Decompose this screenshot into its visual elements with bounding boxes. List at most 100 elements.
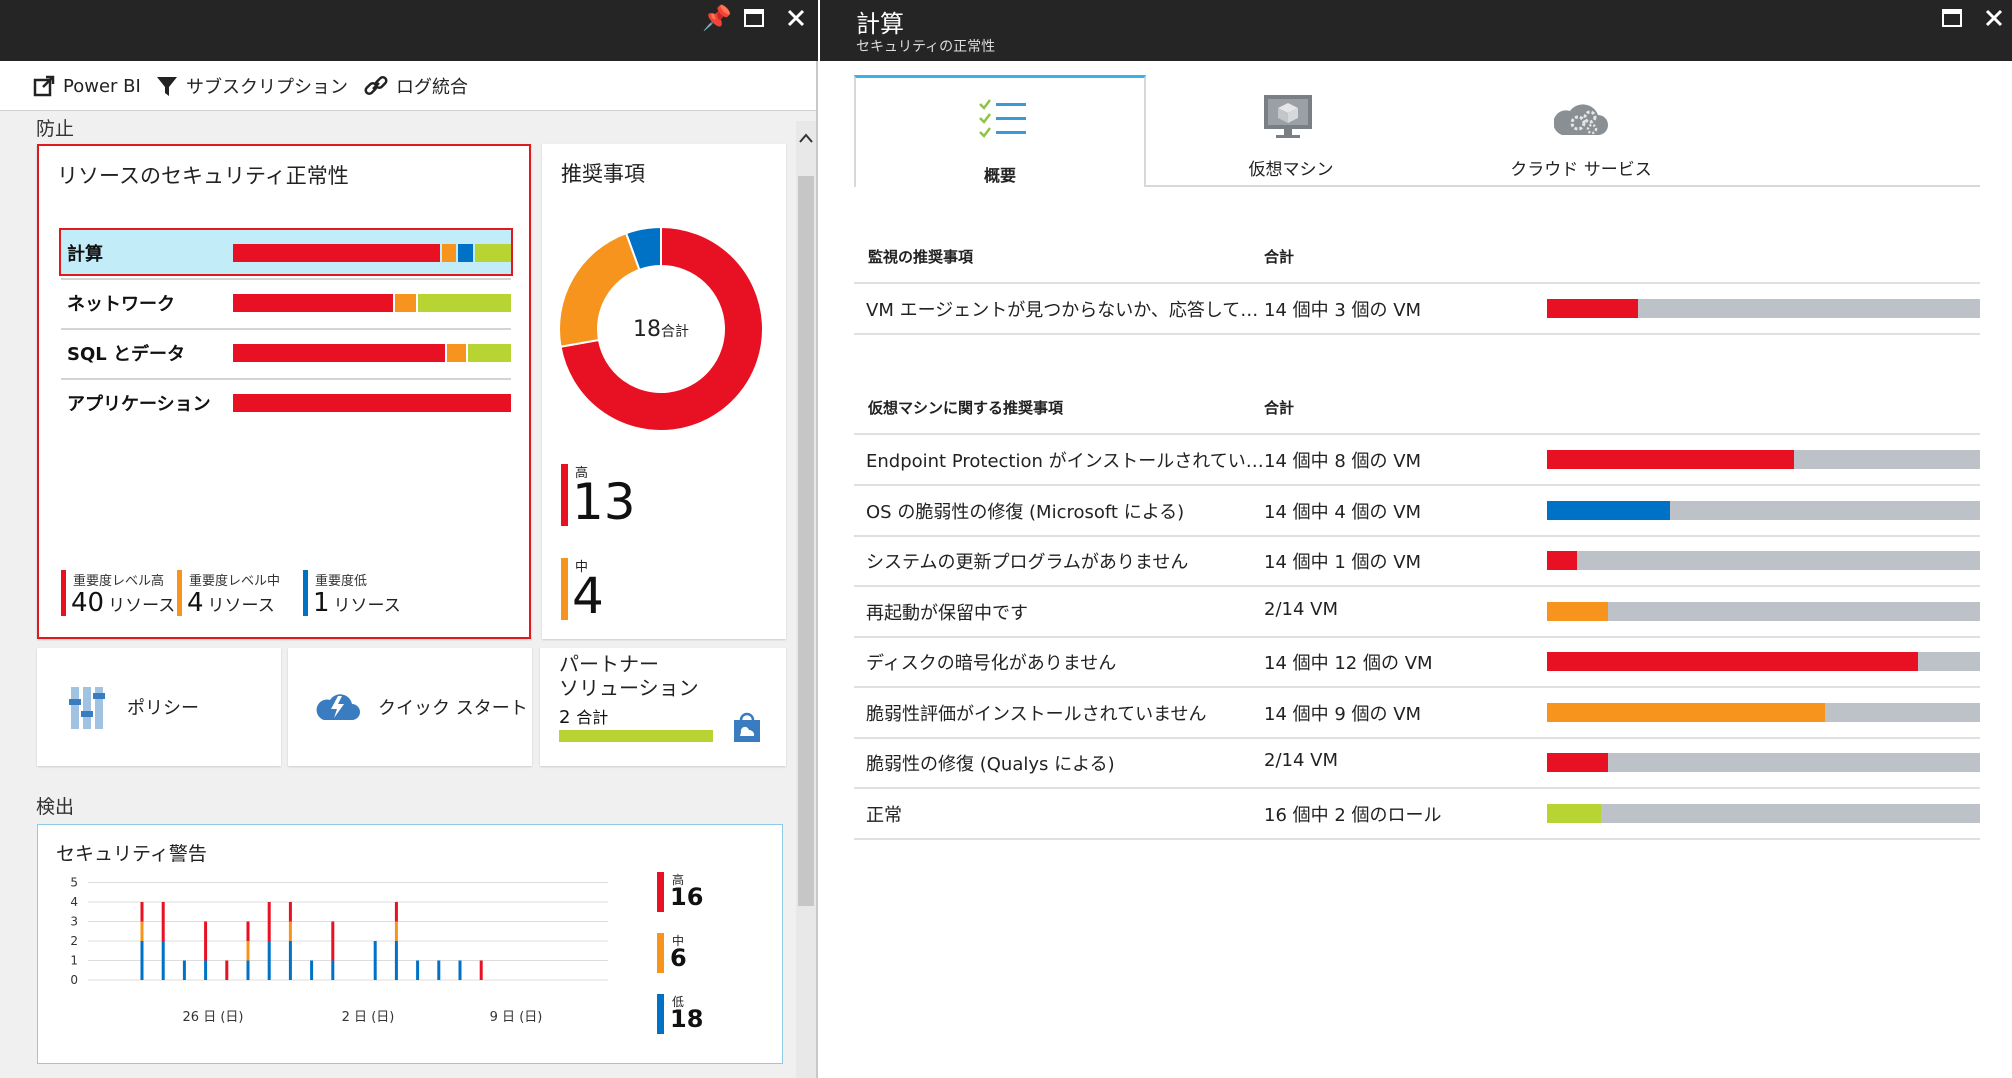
close-icon[interactable] (787, 9, 805, 27)
progress-bar (1547, 803, 1980, 823)
monitoring-header-total: 合計 (1264, 248, 1295, 266)
table-row[interactable]: Endpoint Protection がインストールされてい… 14 個中 8 … (854, 435, 1980, 483)
log-integration-button[interactable]: ログ統合 (364, 74, 468, 98)
recommendation-total: 14 個中 9 個の VM (1264, 703, 1422, 725)
maximize-icon[interactable] (1942, 9, 1962, 27)
quickstart-tile[interactable]: クイック スタート (288, 648, 532, 766)
progress-bar (1547, 551, 1980, 570)
security-alerts-tile[interactable]: セキュリティ警告 0 1 2 3 4 5 26 日 (日) 2 日 (日) 9 日 (日) 高 … (37, 824, 783, 1064)
legend-count: 1 リソース (313, 588, 401, 618)
alert-bar-低 (331, 960, 335, 980)
alert-bar-高 (479, 960, 483, 980)
partner-title-line1: パートナー (559, 652, 659, 676)
partner-solutions-tile[interactable]: パートナー ソリューション 2 合計 (540, 648, 786, 766)
recommendation-name: OS の脆弱性の修復 (Microsoft による) (866, 501, 1185, 523)
resource-row-bar (233, 394, 513, 412)
recommendation-name: 再起動が保留中です (866, 602, 1028, 624)
alert-bar-低 (310, 960, 314, 980)
legend-marker (303, 570, 308, 616)
alert-bar-高 (331, 921, 335, 961)
bar-segment-high (233, 244, 440, 262)
monitoring-header-name: 監視の推奨事項 (868, 248, 974, 266)
table-row[interactable]: 再起動が保留中です 2/14 VM (854, 587, 1980, 635)
scroll-up-icon[interactable] (799, 133, 813, 143)
table-row[interactable]: OS の脆弱性の修復 (Microsoft による) 14 個中 4 個の VM (854, 486, 1980, 534)
partner-count-unit: 合計 (576, 708, 609, 727)
y-tick-label: 3 (70, 915, 78, 929)
progress-fill (1547, 551, 1578, 570)
partner-bar (559, 730, 713, 742)
bar-segment-healthy (417, 294, 511, 312)
resource-row-bar (233, 294, 513, 312)
tab-virtual-machines[interactable]: 仮想マシン (1146, 75, 1436, 185)
tab-cloud-services[interactable]: クラウド サービス (1436, 75, 1726, 185)
x-tick-label: 26 日 (日) (183, 1010, 244, 1025)
table-row[interactable]: VM エージェントが見つからないか、応答して… 14 個中 3 個の VM (854, 284, 1980, 332)
resource-row-label: 計算 (67, 244, 103, 265)
bar-segment-medium (395, 294, 416, 312)
alert-bar-低 (161, 941, 165, 980)
policy-tile[interactable]: ポリシー (37, 648, 281, 766)
resource-row[interactable]: 計算 (61, 228, 511, 276)
progress-fill (1547, 500, 1671, 520)
maximize-icon[interactable] (744, 9, 764, 27)
y-tick-label: 2 (70, 934, 78, 948)
left-toolbar: Power BI サブスクリプション ログ統合 (0, 61, 816, 111)
alert-bar-低 (246, 960, 250, 980)
progress-bar (1547, 500, 1980, 520)
alert-bar-高 (225, 960, 229, 980)
legend-marker (61, 570, 66, 616)
scrollbar-thumb[interactable] (798, 176, 814, 906)
high-marker (561, 464, 568, 526)
progress-bar (1547, 601, 1980, 621)
progress-fill (1547, 601, 1608, 621)
legend-label: 重要度低 (315, 574, 368, 589)
powerbi-label: Power BI (63, 75, 141, 97)
vm-header-total: 合計 (1264, 399, 1295, 417)
recommendations-donut (558, 226, 764, 432)
right-blade: 計算 セキュリティの正常性 概要 仮想マシン クラウド サービス 監視の推奨事項… (820, 0, 2012, 1078)
close-icon[interactable] (1985, 9, 2003, 27)
tab-cloud-services-label: クラウド サービス (1510, 160, 1652, 180)
progress-fill (1547, 299, 1638, 318)
table-row[interactable]: 正常 16 個中 2 個のロール (854, 789, 1980, 837)
alert-bar-中 (288, 921, 292, 941)
progress-fill (1547, 702, 1826, 722)
subscription-button[interactable]: サブスクリプション (156, 74, 348, 98)
pin-icon[interactable]: 📌 (702, 6, 732, 30)
resource-row[interactable]: SQL とデータ (61, 328, 511, 376)
tab-overview[interactable]: 概要 (854, 75, 1146, 187)
recommendation-name: Endpoint Protection がインストールされてい… (866, 451, 1264, 472)
bar-segment-medium (441, 244, 457, 262)
alert-bar-高 (267, 902, 271, 941)
alert-low-count: 18 (670, 1005, 704, 1033)
bar-segment-high (233, 344, 446, 362)
table-row[interactable]: ディスクの暗号化がありません 14 個中 12 個の VM (854, 637, 1980, 685)
bar-segment-high (233, 394, 511, 412)
row-divider (854, 333, 1980, 335)
bar-segment-low (458, 244, 474, 262)
resource-health-tile[interactable]: リソースのセキュリティ正常性 計算 ネットワーク SQL とデータ アプリケーション重… (37, 144, 531, 639)
policy-label: ポリシー (127, 698, 199, 719)
table-row[interactable]: システムの更新プログラムがありません 14 個中 1 個の VM (854, 536, 1980, 584)
recommendations-tile[interactable]: 推奨事項 18 合計 高 13 中 4 (542, 144, 786, 639)
table-row[interactable]: 脆弱性の修復 (Qualys による) 2/14 VM (854, 738, 1980, 786)
recommendation-total: 14 個中 12 個の VM (1264, 653, 1433, 674)
legend-value: 4 (187, 588, 204, 618)
scrollbar[interactable] (796, 121, 816, 1078)
alert-high-count: 16 (670, 883, 704, 911)
partner-count: 2 (559, 707, 571, 728)
alert-bar-高 (288, 902, 292, 922)
cloud-services-icon (1554, 104, 1608, 135)
resource-row[interactable]: ネットワーク (61, 278, 511, 326)
cloud-bolt-icon (316, 694, 360, 720)
powerbi-button[interactable]: Power BI (33, 74, 141, 98)
alert-medium-marker (657, 933, 664, 973)
subscription-label: サブスクリプション (186, 77, 348, 98)
alert-bar-高 (394, 902, 398, 922)
tab-overview-label: 概要 (983, 166, 1016, 185)
resource-row[interactable]: アプリケーション (61, 378, 511, 426)
resource-row-bar (233, 344, 513, 362)
recommendation-name: ディスクの暗号化がありません (866, 653, 1117, 674)
table-row[interactable]: 脆弱性評価がインストールされていません 14 個中 9 個の VM (854, 688, 1980, 736)
